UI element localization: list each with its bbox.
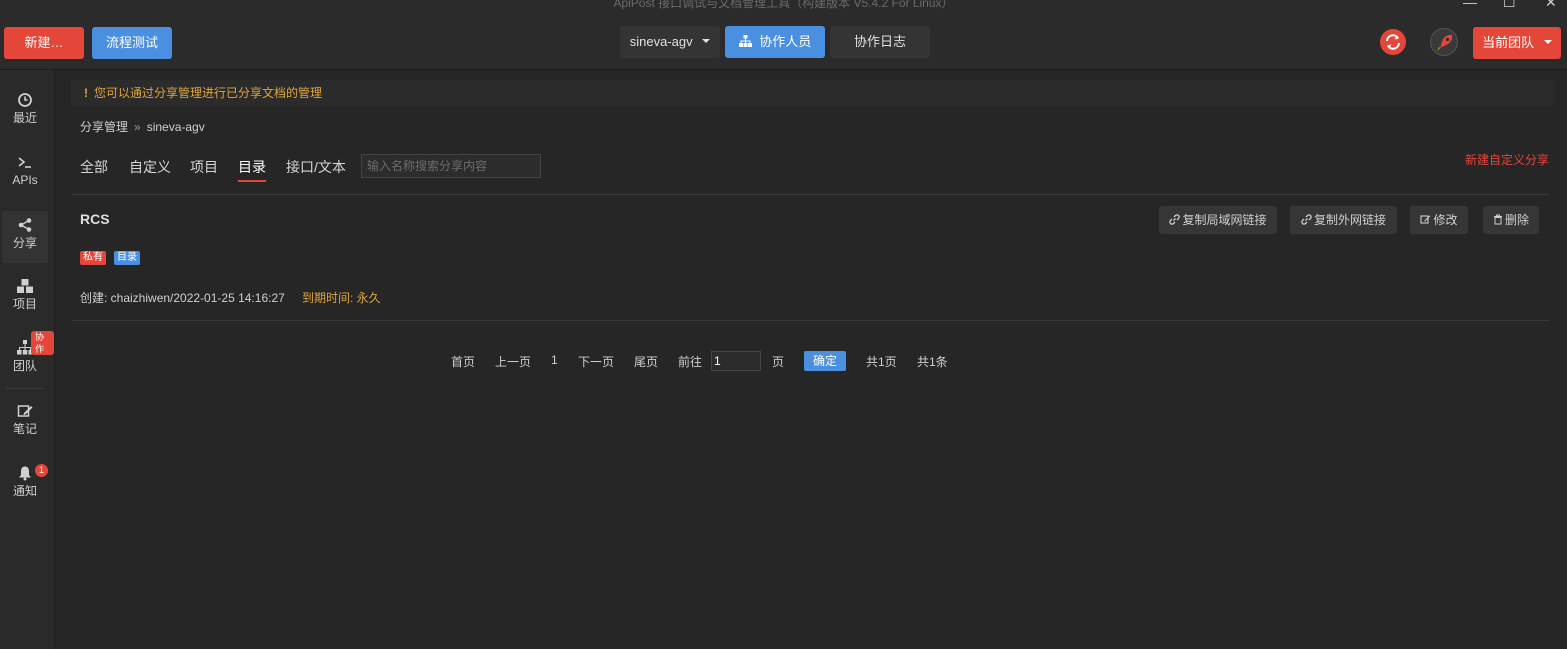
clock-icon: [18, 93, 32, 107]
pager-goto-input[interactable]: [711, 351, 761, 371]
copy-wan-link-label: 复制外网链接: [1313, 213, 1386, 227]
new-custom-share-link[interactable]: 新建自定义分享: [1465, 151, 1549, 168]
sidebar-item-label: 笔记: [12, 422, 37, 436]
top-toolbar: 新建… 流程测试 sineva-agv 协作人员 协作日志 当前团队: [0, 12, 1567, 70]
sidebar-item-label: 团队: [12, 359, 37, 373]
divider: [71, 320, 1550, 321]
sidebar-item-label: 最近: [12, 111, 37, 125]
close-button[interactable]: ✕: [1545, 0, 1557, 9]
notice-text: 您可以通过分享管理进行已分享文档的管理: [94, 86, 323, 100]
edit-share-button[interactable]: 修改: [1410, 206, 1468, 234]
type-tag: 目录: [114, 251, 140, 265]
sidebar-item-projects[interactable]: 项目: [2, 278, 48, 330]
flow-test-button[interactable]: 流程测试: [92, 27, 172, 59]
sidebar: 最近 APIs 分享 项目 团队 笔记 通知 协作 1: [0, 70, 55, 649]
caret-down-icon: [1543, 40, 1552, 44]
pager-first[interactable]: 首页: [451, 353, 475, 370]
sidebar-item-recent[interactable]: 最近: [2, 92, 48, 144]
cubes-icon: [17, 279, 33, 293]
terminal-icon: [18, 157, 31, 168]
collaborators-button[interactable]: 协作人员: [725, 26, 825, 58]
project-select-value: sineva-agv: [629, 34, 693, 49]
tab-project[interactable]: 项目: [190, 157, 218, 177]
breadcrumb-root[interactable]: 分享管理: [80, 120, 128, 134]
current-team-label: 当前团队: [1482, 35, 1535, 50]
edit-icon: [17, 405, 33, 417]
copy-wan-link-button[interactable]: 复制外网链接: [1290, 206, 1397, 234]
tab-directory[interactable]: 目录: [238, 157, 266, 182]
sidebar-item-apis[interactable]: APIs: [2, 154, 48, 206]
window-title: ApiPost 接口调试与文档管理工具（构建版本 V5.4.2 For Linu…: [613, 0, 954, 10]
collab-badge: 协作: [31, 331, 54, 355]
tab-all[interactable]: 全部: [80, 157, 108, 177]
sync-button[interactable]: [1380, 29, 1406, 55]
sidebar-item-notes[interactable]: 笔记: [2, 403, 48, 455]
sidebar-item-label: 分享: [12, 236, 37, 250]
divider: [71, 194, 1550, 195]
pager-prev[interactable]: 上一页: [495, 353, 531, 370]
trash-icon: [1493, 214, 1502, 225]
notice-bar: ! 您可以通过分享管理进行已分享文档的管理: [71, 80, 1554, 106]
notification-count-badge: 1: [35, 464, 48, 477]
pager-current[interactable]: 1: [551, 353, 558, 367]
pager-page-unit: 页: [772, 355, 785, 369]
sidebar-divider: [6, 388, 44, 389]
collab-log-button[interactable]: 协作日志: [830, 26, 930, 58]
collaborators-label: 协作人员: [759, 34, 812, 49]
tab-custom[interactable]: 自定义: [129, 157, 171, 177]
share-created-info: 创建: chaizhiwen/2022-01-25 14:16:27: [80, 291, 285, 305]
breadcrumb-current: sineva-agv: [146, 120, 205, 134]
pager-total-pages: 共1页: [866, 355, 897, 369]
private-tag: 私有: [80, 251, 106, 265]
current-team-button[interactable]: 当前团队: [1473, 27, 1561, 59]
copy-lan-link-label: 复制局域网链接: [1182, 213, 1267, 227]
warning-icon: !: [84, 86, 88, 100]
sidebar-item-label: APIs: [12, 173, 38, 187]
tab-api-text[interactable]: 接口/文本: [286, 157, 346, 177]
project-select[interactable]: sineva-agv: [620, 26, 720, 58]
sitemap-icon: [738, 35, 752, 47]
new-button[interactable]: 新建…: [4, 27, 84, 59]
pager-total-items: 共1条: [917, 355, 948, 369]
maximize-button[interactable]: ☐: [1503, 0, 1516, 9]
sidebar-item-label: 项目: [12, 297, 37, 311]
pager-last[interactable]: 尾页: [634, 353, 658, 370]
user-avatar[interactable]: [1430, 28, 1458, 56]
share-search-input[interactable]: [361, 154, 541, 178]
breadcrumb: 分享管理 » sineva-agv: [80, 118, 205, 135]
edit-icon: [1420, 215, 1431, 224]
pager-next[interactable]: 下一页: [578, 353, 614, 370]
edit-share-label: 修改: [1433, 213, 1458, 227]
share-title: RCS: [80, 211, 110, 227]
minimize-button[interactable]: —: [1463, 0, 1477, 9]
delete-share-button[interactable]: 删除: [1483, 206, 1539, 234]
sync-icon: [1386, 34, 1400, 50]
delete-share-label: 删除: [1504, 213, 1529, 227]
link-icon: [1169, 214, 1181, 225]
share-expire-info: 到期时间: 永久: [302, 291, 381, 305]
rocket-logo-icon: [1437, 34, 1453, 51]
caret-down-icon: [702, 39, 711, 43]
pager-confirm-button[interactable]: 确定: [804, 351, 846, 371]
copy-lan-link-button[interactable]: 复制局域网链接: [1159, 206, 1277, 234]
sidebar-item-share[interactable]: 分享: [2, 211, 48, 263]
link-icon: [1301, 214, 1312, 225]
sidebar-item-label: 通知: [12, 484, 37, 498]
share-icon: [18, 218, 32, 232]
pager-goto-label: 前往: [678, 355, 703, 369]
window-titlebar: ApiPost 接口调试与文档管理工具（构建版本 V5.4.2 For Linu…: [0, 0, 1567, 12]
breadcrumb-separator: »: [134, 120, 141, 134]
bell-icon: [19, 466, 31, 481]
